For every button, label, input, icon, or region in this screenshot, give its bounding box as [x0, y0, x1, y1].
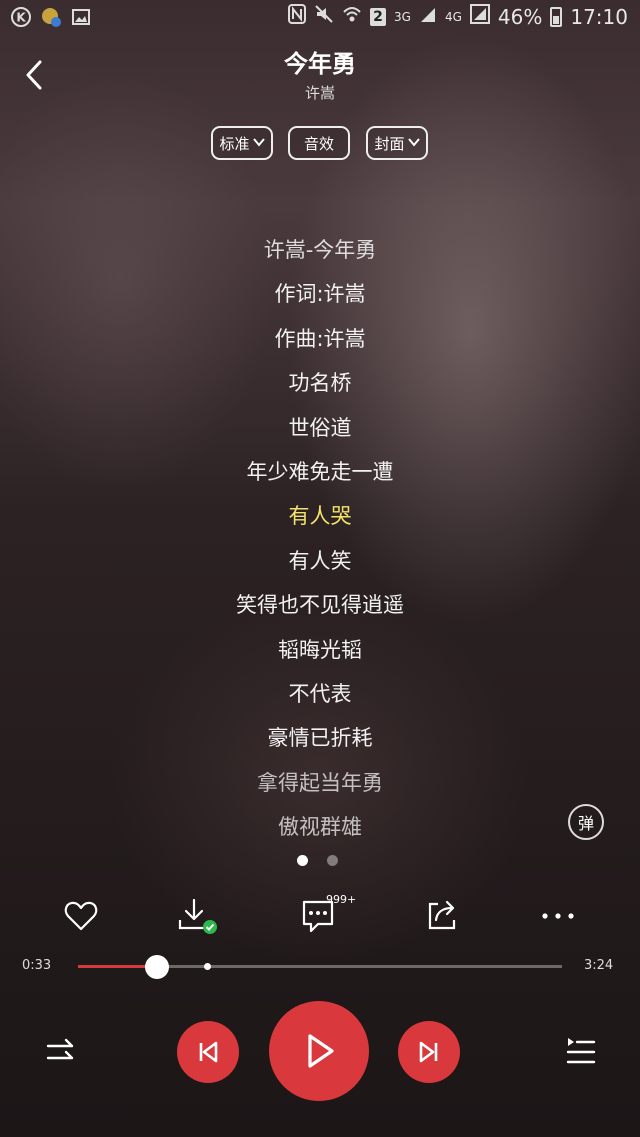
effects-label: 音效: [303, 134, 334, 153]
comment-count: 999+: [326, 893, 357, 906]
lyric-line: 韬晦光韬: [278, 637, 362, 662]
effects-button[interactable]: 音效: [288, 126, 350, 160]
quality-dropdown[interactable]: 标准: [211, 126, 273, 160]
page-dot-active[interactable]: [297, 855, 308, 866]
more-button[interactable]: [536, 896, 580, 936]
progress-thumb[interactable]: [144, 955, 169, 979]
lyric-line: 作词:许嵩: [274, 282, 366, 307]
lyrics-panel[interactable]: 许嵩-今年勇 作词:许嵩 作曲:许嵩 功名桥 世俗道 年少难免走一遭 有人哭 有…: [0, 228, 640, 849]
playlist-button[interactable]: [560, 1032, 600, 1072]
app-icon: [40, 6, 62, 28]
song-title: 今年勇: [284, 50, 356, 78]
svg-text:K: K: [16, 11, 26, 25]
more-icon: [542, 913, 574, 919]
status-bar: K 2 3G 4G 46% 17:10: [0, 0, 640, 38]
shuffle-icon: [46, 1038, 74, 1060]
network-3g-label: 3G: [394, 9, 411, 24]
playlist-icon: [566, 1038, 596, 1064]
download-icon: [178, 898, 217, 934]
previous-button[interactable]: [177, 1021, 239, 1083]
lyric-line: 笑得也不见得逍遥: [236, 593, 404, 618]
lyric-line: 拿得起当年勇: [257, 770, 383, 795]
song-artist[interactable]: 许嵩: [0, 82, 640, 103]
nfc-icon: [288, 4, 307, 29]
lyric-line: 功名桥: [288, 371, 352, 396]
share-icon: [428, 900, 456, 930]
share-button[interactable]: [420, 896, 464, 936]
cover-label: 封面: [374, 134, 405, 153]
lyric-line: 许嵩-今年勇: [263, 238, 377, 262]
network-4g-label: 4G: [444, 9, 462, 24]
like-button[interactable]: [59, 896, 103, 936]
lyric-line: 世俗道: [288, 415, 352, 440]
battery-percent: 46%: [497, 4, 543, 29]
wifi-icon: [342, 4, 362, 29]
clock: 17:10: [570, 4, 628, 29]
chevron-down-icon: [407, 136, 420, 151]
lyric-line: 有人笑: [288, 548, 352, 573]
status-left-icons: K: [10, 6, 92, 28]
k-icon: K: [10, 6, 32, 28]
signal-icon-2: [469, 4, 490, 29]
buffer-marker: [204, 963, 211, 970]
play-icon: [308, 1034, 334, 1068]
current-time: 0:33: [22, 958, 52, 973]
page-dot[interactable]: [327, 855, 338, 866]
lyric-line-active: 有人哭: [288, 504, 352, 529]
shuffle-button[interactable]: [42, 1032, 82, 1072]
next-button[interactable]: [398, 1021, 460, 1083]
lyric-line: 不代表: [288, 681, 352, 706]
lyric-line: 傲视群雄: [278, 815, 362, 840]
sim-badge: 2: [370, 7, 387, 26]
quality-label: 标准: [219, 134, 250, 153]
battery-icon: [550, 6, 563, 27]
cover-dropdown[interactable]: 封面: [366, 126, 428, 160]
download-button[interactable]: [174, 896, 218, 936]
skip-previous-icon: [199, 1041, 218, 1063]
chevron-down-icon: [252, 136, 265, 151]
total-time: 3:24: [584, 958, 614, 973]
signal-icon: [419, 5, 437, 29]
heart-icon: [64, 901, 98, 931]
lyric-line: 年少难免走一遭: [246, 459, 394, 484]
play-button[interactable]: [269, 1001, 369, 1101]
lyric-line: 作曲:许嵩: [274, 326, 366, 351]
mute-icon: [314, 4, 334, 29]
status-right-icons: 2 3G 4G 46% 17:10: [288, 4, 628, 29]
danmu-button[interactable]: 弹: [568, 804, 604, 840]
lyric-line: 豪情已折耗: [267, 726, 373, 751]
skip-next-icon: [419, 1041, 438, 1063]
image-icon: [70, 6, 92, 28]
